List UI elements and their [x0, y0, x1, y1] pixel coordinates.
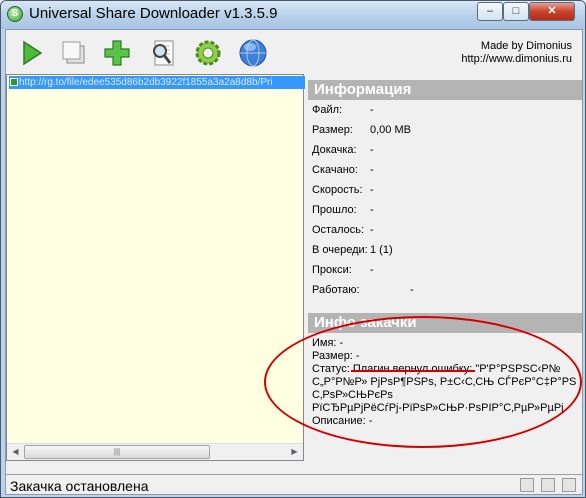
info-label: Осталось:	[312, 224, 365, 236]
info-label: Прокси:	[312, 264, 352, 276]
info-value: -	[410, 284, 414, 296]
app-icon: S	[7, 6, 23, 22]
info-panel: Информация Файл: - Размер: 0,00 MB Докачка…	[308, 80, 582, 302]
info-label: Скорость:	[312, 184, 363, 196]
info-value: -	[370, 144, 374, 156]
download-list[interactable]: http://rg.to/file/edee535d86b2db3922f185…	[6, 74, 305, 461]
tool-icon-3[interactable]	[562, 478, 576, 492]
info-label: Файл:	[312, 104, 343, 116]
maximize-button[interactable]: □	[503, 2, 529, 21]
website-link[interactable]: http://www.dimonius.ru	[461, 53, 572, 66]
info-value: 0,00 MB	[370, 124, 411, 136]
app-window: S Universal Share Downloader v1.3.5.9 – …	[0, 0, 586, 498]
info-label: Докачка:	[312, 144, 357, 156]
item-status-icon	[10, 78, 18, 86]
annotation-ellipse	[264, 316, 582, 448]
info-header: Информация	[308, 80, 582, 100]
toolbar: Made by Dimonius http://www.dimonius.ru	[6, 30, 582, 74]
list-item-url: http://rg.to/file/edee535d86b2db3922f185…	[19, 77, 273, 88]
credits: Made by Dimonius http://www.dimonius.ru	[461, 40, 572, 66]
info-value: -	[370, 164, 374, 176]
info-label: Скачано:	[312, 164, 358, 176]
info-label: Размер:	[312, 124, 353, 136]
info-label: Работаю:	[312, 284, 360, 296]
scroll-left-icon[interactable]: ◀	[7, 444, 24, 460]
window-title: Universal Share Downloader v1.3.5.9	[29, 5, 278, 22]
globe-icon[interactable]	[238, 38, 268, 68]
info-row-remaining: Осталось: -	[308, 220, 582, 240]
status-icons	[516, 478, 576, 495]
add-icon[interactable]	[102, 38, 132, 68]
info-value: -	[370, 204, 374, 216]
scroll-thumb[interactable]: |||	[24, 445, 210, 459]
info-row-file: Файл: -	[308, 100, 582, 120]
gear-icon[interactable]	[193, 38, 223, 68]
list-item[interactable]: http://rg.to/file/edee535d86b2db3922f185…	[9, 76, 305, 89]
horizontal-scrollbar[interactable]: ◀ ||| ▶	[7, 443, 303, 460]
info-row-size: Размер: 0,00 MB	[308, 120, 582, 140]
info-value: -	[370, 104, 374, 116]
info-value: -	[370, 264, 374, 276]
play-icon[interactable]	[16, 38, 46, 68]
minimize-button[interactable]: –	[477, 2, 503, 21]
info-label: Прошло:	[312, 204, 357, 216]
info-row-downloaded: Скачано: -	[308, 160, 582, 180]
search-document-icon[interactable]	[148, 38, 178, 68]
tool-icon-1[interactable]	[519, 478, 534, 492]
info-row-working: Работаю: -	[308, 280, 582, 300]
status-text: Закачка остановлена	[10, 478, 149, 494]
status-bar: Закачка остановлена	[6, 474, 582, 494]
info-row-resume: Докачка: -	[308, 140, 582, 160]
close-button[interactable]: ✕	[529, 2, 575, 21]
info-row-speed: Скорость: -	[308, 180, 582, 200]
info-label: В очереди:	[312, 244, 368, 256]
info-value: 1 (1)	[370, 244, 393, 256]
info-row-elapsed: Прошло: -	[308, 200, 582, 220]
made-by-text: Made by Dimonius	[480, 40, 572, 52]
info-value: -	[370, 224, 374, 236]
info-row-queue: В очереди: 1 (1)	[308, 240, 582, 260]
stop-icon[interactable]	[58, 38, 88, 68]
info-row-proxy: Прокси: -	[308, 260, 582, 280]
tool-icon-2[interactable]	[540, 478, 555, 492]
title-bar[interactable]: S Universal Share Downloader v1.3.5.9 – …	[1, 1, 585, 29]
info-value: -	[370, 184, 374, 196]
scroll-right-icon[interactable]: ▶	[286, 444, 303, 460]
